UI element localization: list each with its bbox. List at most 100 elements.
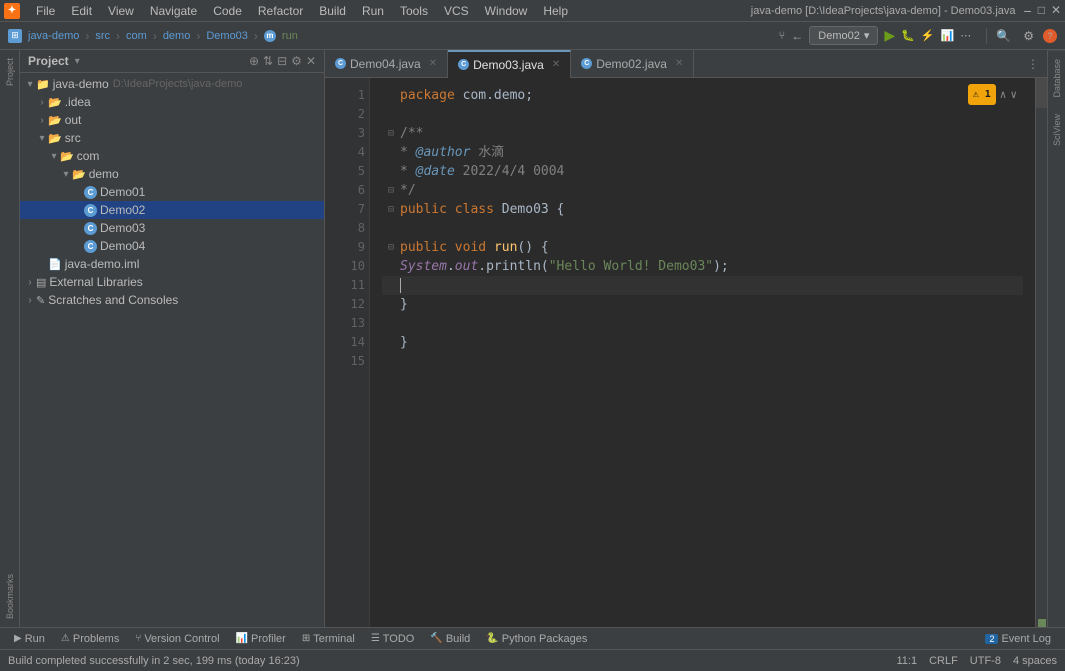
more-run-options[interactable]: ⋯ xyxy=(960,29,971,42)
maximize-button[interactable]: □ xyxy=(1038,3,1045,19)
method-icon: m xyxy=(264,30,276,42)
code-line-13 xyxy=(382,314,1023,333)
nav-demo03[interactable]: Demo03 xyxy=(206,30,248,42)
coverage-button[interactable]: ⚡ xyxy=(921,29,935,42)
folder-icon: 📂 xyxy=(48,132,62,145)
menu-run[interactable]: Run xyxy=(354,2,392,20)
sort-icon[interactable]: ⇅ xyxy=(263,54,273,68)
tree-item-idea[interactable]: › 📂 .idea xyxy=(20,93,324,111)
minimize-button[interactable]: − xyxy=(1024,3,1032,19)
tree-item-demo04[interactable]: › C Demo04 xyxy=(20,237,324,255)
code-editor[interactable]: 1 2 3 4 5 6 7 8 9 10 11 12 13 14 15 ⚠ 1 xyxy=(325,78,1047,627)
build-toolbar-btn[interactable]: 🔨 Build xyxy=(424,631,476,647)
profiler-toolbar-btn[interactable]: 📊 Profiler xyxy=(230,631,292,647)
project-icon[interactable]: Project xyxy=(3,54,17,90)
menu-tools[interactable]: Tools xyxy=(392,2,436,20)
python-label: Python Packages xyxy=(502,633,588,645)
help-button[interactable]: ? xyxy=(1043,29,1057,43)
menu-build[interactable]: Build xyxy=(311,2,354,20)
menu-refactor[interactable]: Refactor xyxy=(250,2,311,20)
scrollbar-indicator[interactable] xyxy=(1035,78,1047,627)
close-sidebar-icon[interactable]: ✕ xyxy=(306,54,316,68)
tree-item-ext-libs[interactable]: › ▤ External Libraries xyxy=(20,273,324,291)
menu-vcs[interactable]: VCS xyxy=(436,2,477,20)
more-tabs-button[interactable]: ⋮ xyxy=(1019,57,1047,71)
git-icon[interactable]: ⑂ xyxy=(779,30,786,42)
profile-button[interactable]: 📊 xyxy=(941,29,955,42)
fold-6[interactable]: ⊟ xyxy=(382,181,400,200)
version-control-toolbar-btn[interactable]: ⑂ Version Control xyxy=(129,631,225,647)
settings-icon[interactable]: ⚙ xyxy=(291,54,302,68)
sciview-panel-toggle[interactable]: SciView xyxy=(1048,106,1065,154)
fold-3[interactable]: ⊟ xyxy=(382,124,400,143)
menu-file[interactable]: File xyxy=(28,2,63,20)
nav-avatar[interactable]: ⊞ xyxy=(8,29,22,43)
menu-window[interactable]: Window xyxy=(477,2,536,20)
nav-src[interactable]: src xyxy=(95,30,110,42)
tab-demo04[interactable]: C Demo04.java ✕ xyxy=(325,50,448,78)
profiler-icon: 📊 xyxy=(236,633,248,644)
close-tab-demo04[interactable]: ✕ xyxy=(429,58,437,69)
back-button[interactable]: ← xyxy=(791,29,803,43)
python-packages-toolbar-btn[interactable]: 🐍 Python Packages xyxy=(480,631,593,647)
add-icon[interactable]: ⊕ xyxy=(249,54,259,68)
code-line-1: package com.demo; xyxy=(382,86,1023,105)
run-button[interactable]: ▶ xyxy=(884,27,895,44)
database-panel-toggle[interactable]: Database xyxy=(1048,50,1065,106)
tree-item-com[interactable]: ▾ 📂 com xyxy=(20,147,324,165)
tree-item-demo[interactable]: ▾ 📂 demo xyxy=(20,165,324,183)
run-toolbar-btn[interactable]: ▶ Run xyxy=(8,631,51,647)
tree-item-demo03[interactable]: › C Demo03 xyxy=(20,219,324,237)
menu-help[interactable]: Help xyxy=(535,2,576,20)
all-clear-indicator xyxy=(1038,619,1046,627)
menu-code[interactable]: Code xyxy=(205,2,250,20)
line-ending[interactable]: CRLF xyxy=(929,655,958,667)
tree-item-demo02[interactable]: › C Demo02 xyxy=(20,201,324,219)
tree-item-scratches[interactable]: › ✎ Scratches and Consoles xyxy=(20,291,324,309)
nav-java-demo[interactable]: java-demo xyxy=(28,30,79,42)
fold-7[interactable]: ⊟ xyxy=(382,200,400,219)
close-tab-demo03[interactable]: ✕ xyxy=(552,59,560,70)
menu-edit[interactable]: Edit xyxy=(63,2,100,20)
collapse-icon[interactable]: ⊟ xyxy=(277,54,287,68)
expand-arrow: ▾ xyxy=(60,169,72,180)
terminal-toolbar-btn[interactable]: ⊞ Terminal xyxy=(296,631,361,647)
debug-button[interactable]: 🐛 xyxy=(901,29,915,42)
expand-arrow: › xyxy=(36,97,48,108)
scroll-thumb[interactable] xyxy=(1036,78,1047,108)
tree-item-demo01[interactable]: › C Demo01 xyxy=(20,183,324,201)
expand-warnings[interactable]: ∧ xyxy=(1000,85,1007,104)
encoding[interactable]: UTF-8 xyxy=(970,655,1001,667)
menu-navigate[interactable]: Navigate xyxy=(142,2,205,20)
code-area[interactable]: ⚠ 1 ∧ ∨ package com.demo; ⊟ /** xyxy=(370,78,1035,627)
cursor-position[interactable]: 11:1 xyxy=(896,655,917,667)
tree-item-src[interactable]: ▾ 📂 src xyxy=(20,129,324,147)
sidebar-dropdown-arrow[interactable]: ▾ xyxy=(75,56,80,67)
tree-label-iml: java-demo.iml xyxy=(65,257,140,271)
vc-icon: ⑂ xyxy=(135,633,141,644)
tab-demo02[interactable]: C Demo02.java ✕ xyxy=(571,50,694,78)
close-tab-demo02[interactable]: ✕ xyxy=(675,58,683,69)
todo-icon: ☰ xyxy=(371,633,380,644)
menu-view[interactable]: View xyxy=(100,2,142,20)
bookmarks-icon[interactable]: Bookmarks xyxy=(3,570,17,623)
settings-button[interactable]: ⚙ xyxy=(1020,29,1037,43)
tree-item-out[interactable]: › 📂 out xyxy=(20,111,324,129)
close-button[interactable]: ✕ xyxy=(1051,3,1061,19)
tab-demo03[interactable]: C Demo03.java ✕ xyxy=(448,50,571,78)
tree-item-iml[interactable]: › 📄 java-demo.iml xyxy=(20,255,324,273)
expand-arrow: ▾ xyxy=(24,79,36,90)
fold-9[interactable]: ⊟ xyxy=(382,238,400,257)
nav-demo[interactable]: demo xyxy=(163,30,191,42)
run-config-dropdown[interactable]: Demo02 ▾ xyxy=(809,26,878,45)
search-button[interactable]: 🔍 xyxy=(993,29,1014,43)
tree-item-java-demo[interactable]: ▾ 📁 java-demo D:\IdeaProjects\java-demo xyxy=(20,75,324,93)
tab-label-demo03: Demo03.java xyxy=(473,58,544,72)
code-line-6: ⊟ */ xyxy=(382,181,1023,200)
todo-toolbar-btn[interactable]: ☰ TODO xyxy=(365,631,421,647)
event-log-toolbar-btn[interactable]: 2 Event Log xyxy=(979,631,1057,647)
collapse-warnings[interactable]: ∨ xyxy=(1010,85,1017,104)
nav-com[interactable]: com xyxy=(126,30,147,42)
indent-info[interactable]: 4 spaces xyxy=(1013,655,1057,667)
problems-toolbar-btn[interactable]: ⚠ Problems xyxy=(55,631,125,647)
